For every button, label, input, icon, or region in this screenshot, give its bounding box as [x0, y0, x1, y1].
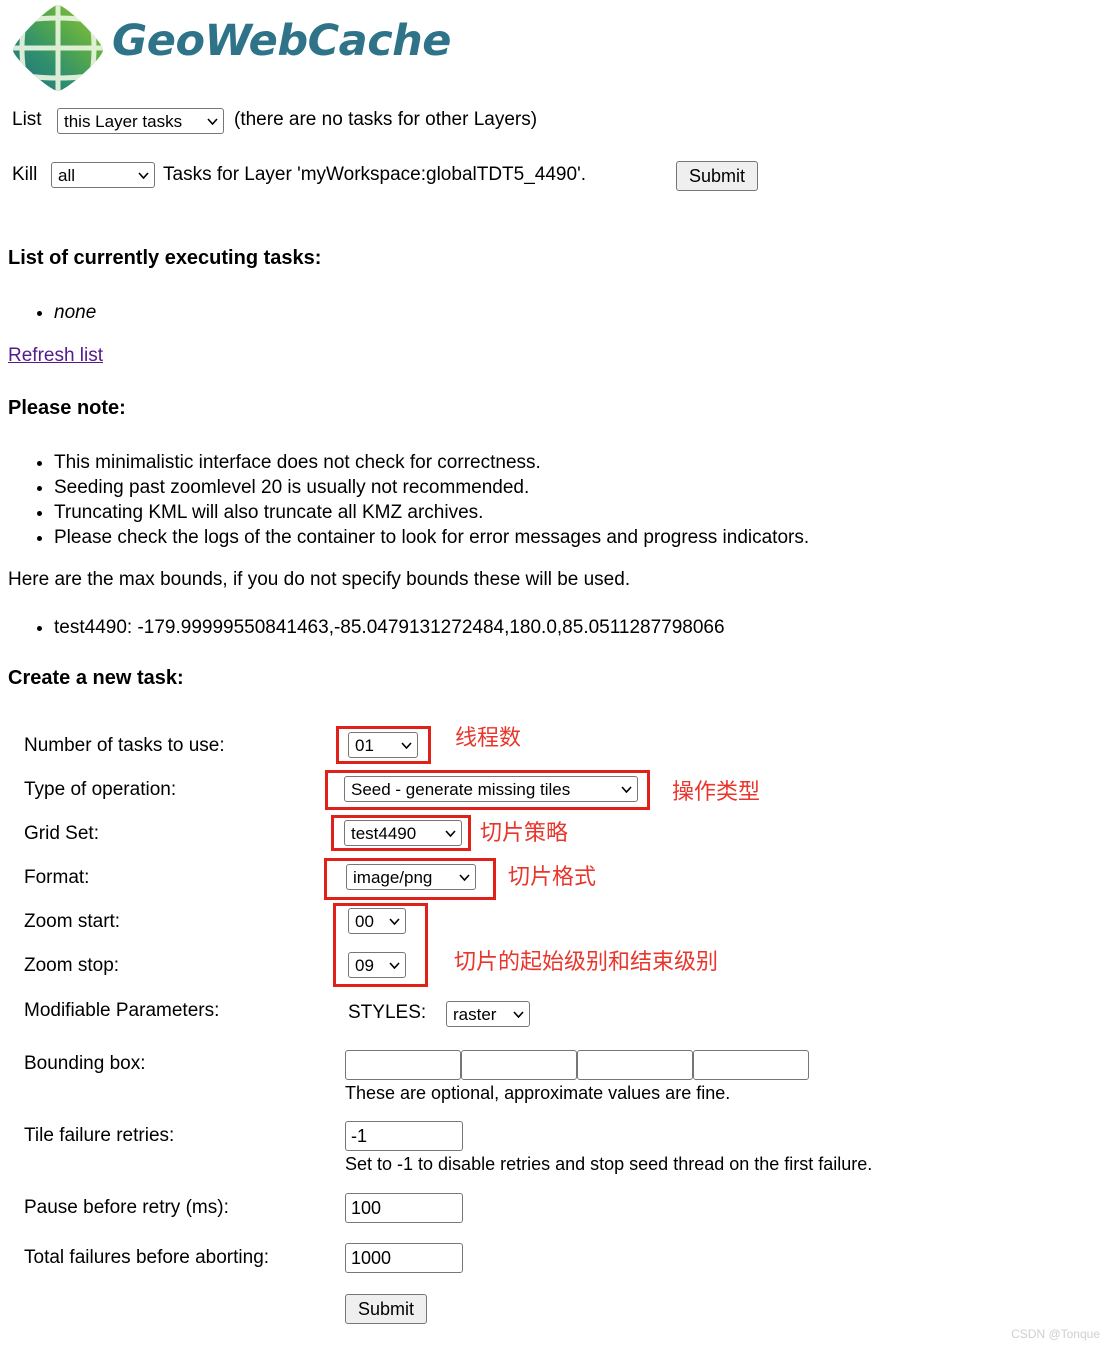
chevron-down-icon	[459, 873, 470, 881]
operation-label: Type of operation:	[24, 779, 177, 800]
format-label: Format:	[24, 867, 90, 888]
list-item: Truncating KML will also truncate all KM…	[54, 500, 809, 525]
chevron-down-icon	[207, 117, 218, 125]
zoom-stop-select-value: 09	[355, 955, 374, 975]
kill-submit-button[interactable]: Submit	[676, 161, 759, 191]
gridset-select-value: test4490	[351, 823, 417, 843]
kill-bar-label: Kill	[12, 164, 38, 185]
pause-before-retry-input[interactable]: 100	[345, 1193, 463, 1223]
zoom-stop-select[interactable]: 09	[348, 952, 406, 978]
styles-label: STYLES:	[348, 1002, 427, 1023]
chevron-down-icon	[138, 171, 149, 179]
tile-failure-retries-label: Tile failure retries:	[24, 1125, 175, 1146]
max-bounds-list: test4490: -179.99999550841463,-85.047913…	[8, 615, 725, 640]
chevron-down-icon	[401, 741, 412, 749]
bbox-miny-input[interactable]	[461, 1050, 577, 1080]
bounding-box-label: Bounding box:	[24, 1053, 146, 1074]
pause-before-retry-label: Pause before retry (ms):	[24, 1197, 229, 1218]
please-note-list: This minimalistic interface does not che…	[8, 450, 809, 550]
executing-tasks-heading: List of currently executing tasks:	[8, 247, 322, 269]
executing-tasks-list: none	[8, 300, 96, 325]
create-task-heading: Create a new task:	[8, 667, 184, 689]
zoom-start-label: Zoom start:	[24, 911, 121, 932]
styles-select-value: raster	[453, 1004, 497, 1024]
gridset-select[interactable]: test4490	[344, 820, 462, 846]
site-logo: GeoWebCache	[0, 0, 451, 96]
tile-failure-retries-hint: Set to -1 to disable retries and stop se…	[345, 1154, 873, 1174]
zoom-start-select-value: 00	[355, 911, 374, 931]
operation-select-value: Seed - generate missing tiles	[351, 779, 571, 799]
bbox-maxy-input[interactable]	[693, 1050, 809, 1080]
watermark: CSDN @Tonque	[1011, 1327, 1100, 1341]
format-select-value: image/png	[353, 867, 433, 887]
kill-scope-select[interactable]: all	[51, 162, 155, 188]
list-item: none	[54, 300, 96, 325]
bbox-minx-input[interactable]	[345, 1050, 461, 1080]
gridset-label: Grid Set:	[24, 823, 99, 844]
list-item: Please check the logs of the container t…	[54, 525, 809, 550]
chevron-down-icon	[513, 1010, 524, 1018]
tile-failure-retries-input[interactable]: -1	[345, 1121, 463, 1151]
threads-select[interactable]: 01	[348, 732, 418, 758]
refresh-list-link[interactable]: Refresh list	[8, 346, 103, 365]
threads-label: Number of tasks to use:	[24, 735, 225, 756]
logo-wordmark: GeoWebCache	[112, 16, 451, 66]
max-bounds-intro: Here are the max bounds, if you do not s…	[8, 569, 631, 590]
please-note-heading: Please note:	[8, 397, 126, 419]
chevron-down-icon	[445, 829, 456, 837]
list-bar-label: List	[12, 109, 42, 130]
bbox-maxx-input[interactable]	[577, 1050, 693, 1080]
geowebcache-globe-icon	[13, 5, 103, 91]
create-task-submit-button[interactable]: Submit	[345, 1294, 428, 1324]
annotation-label-zoom-levels: 切片的起始级别和结束级别	[454, 950, 719, 975]
operation-select[interactable]: Seed - generate missing tiles	[344, 776, 638, 802]
list-item: This minimalistic interface does not che…	[54, 450, 809, 475]
kill-bar-text: Tasks for Layer 'myWorkspace:globalTDT5_…	[163, 164, 586, 185]
list-bar-note: (there are no tasks for other Layers)	[234, 109, 538, 130]
modifiable-params-label: Modifiable Parameters:	[24, 1000, 220, 1021]
styles-select[interactable]: raster	[446, 1001, 530, 1027]
annotation-label-format: 切片格式	[508, 865, 597, 890]
annotation-label-gridset: 切片策略	[480, 821, 569, 846]
chevron-down-icon	[389, 917, 400, 925]
total-failures-input[interactable]: 1000	[345, 1243, 463, 1273]
zoom-start-select[interactable]: 00	[348, 908, 406, 934]
bounding-box-hint: These are optional, approximate values a…	[345, 1083, 731, 1103]
kill-scope-select-value: all	[58, 165, 76, 185]
annotation-label-threads: 线程数	[455, 726, 522, 751]
chevron-down-icon	[389, 961, 400, 969]
list-item: Seeding past zoomlevel 20 is usually not…	[54, 475, 809, 500]
zoom-stop-label: Zoom stop:	[24, 955, 120, 976]
list-scope-select-value: this Layer tasks	[64, 111, 183, 131]
annotation-label-operation: 操作类型	[672, 780, 761, 805]
format-select[interactable]: image/png	[346, 864, 476, 890]
chevron-down-icon	[621, 785, 632, 793]
list-scope-select[interactable]: this Layer tasks	[57, 108, 224, 134]
threads-select-value: 01	[355, 735, 374, 755]
list-item: test4490: -179.99999550841463,-85.047913…	[54, 615, 725, 640]
total-failures-label: Total failures before aborting:	[24, 1247, 270, 1268]
